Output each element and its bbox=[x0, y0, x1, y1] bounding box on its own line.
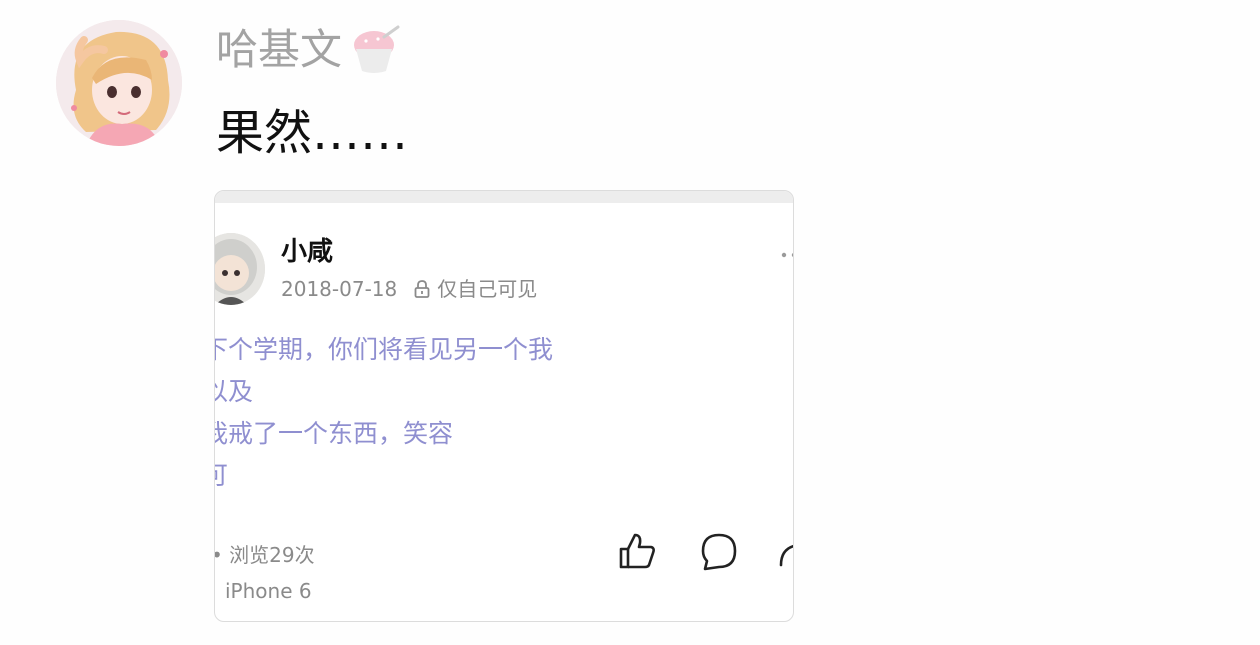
thumbs-up-icon bbox=[619, 533, 655, 569]
shaved-ice-icon bbox=[354, 25, 400, 73]
post-meta: 2018-07-18 仅自己可见 bbox=[281, 275, 537, 303]
post-body-line: 以及 bbox=[215, 377, 254, 406]
commenter-avatar[interactable] bbox=[56, 20, 182, 146]
post-date: 2018-07-18 bbox=[281, 277, 398, 301]
more-dots-icon[interactable] bbox=[781, 251, 794, 259]
post-body: 下个学期，你们将看见另一个我 以及 我戒了一个东西，笑容 可 bbox=[214, 329, 554, 497]
card-top-strip bbox=[215, 191, 793, 203]
post-author-name[interactable]: 小咸 bbox=[281, 235, 333, 269]
share-icon bbox=[779, 544, 793, 567]
post-author-avatar[interactable] bbox=[215, 233, 265, 305]
comment-text: 果然…… bbox=[216, 105, 409, 161]
post-author-avatar-illustration bbox=[215, 233, 265, 305]
commenter-name[interactable]: 哈基文 bbox=[216, 22, 342, 78]
post-visibility: 仅自己可见 bbox=[437, 277, 538, 301]
lock-icon bbox=[414, 280, 430, 298]
eye-icon: • bbox=[215, 543, 223, 567]
shared-post-card[interactable]: 小咸 2018-07-18 仅自己可见 下个学期，你们将看见另一个我 以及 我戒… bbox=[214, 190, 794, 622]
post-views: • 浏览29次 bbox=[215, 541, 315, 569]
share-button[interactable] bbox=[775, 531, 793, 571]
comment-button[interactable] bbox=[699, 531, 739, 571]
post-body-line: 下个学期，你们将看见另一个我 bbox=[214, 335, 554, 364]
commenter-avatar-illustration bbox=[56, 20, 182, 146]
like-button[interactable] bbox=[617, 531, 657, 571]
post-views-count: 浏览29次 bbox=[229, 543, 315, 567]
post-body-line: 可 bbox=[215, 455, 553, 497]
comment-bubble-icon bbox=[701, 533, 737, 571]
post-device: iPhone 6 bbox=[225, 579, 312, 603]
comment-header: 哈基文 bbox=[216, 22, 402, 78]
post-body-line: 我戒了一个东西，笑容 bbox=[214, 419, 454, 448]
